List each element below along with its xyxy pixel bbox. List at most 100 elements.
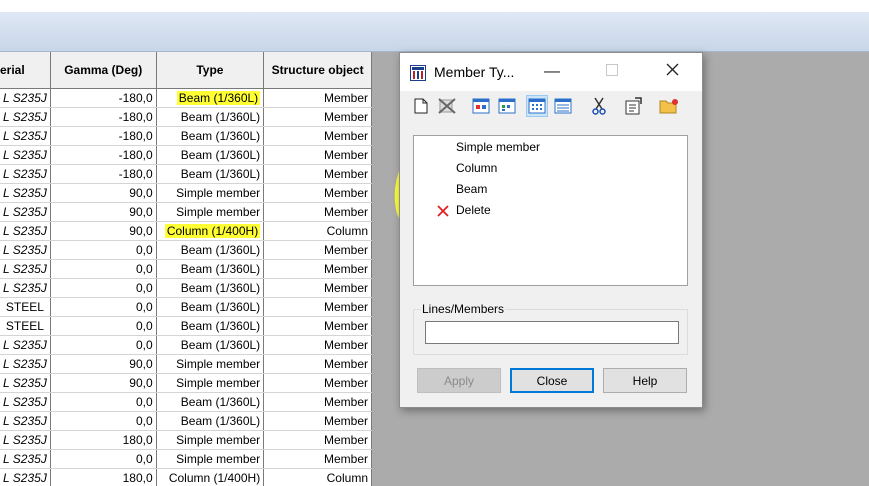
table-row[interactable]: STEEL 0,0 Beam (1/360L) Member (0, 316, 372, 336)
cell-structure-object[interactable]: Member (263, 240, 372, 260)
table-row[interactable]: L S235J 0,0 Beam (1/360L) Member (0, 240, 372, 260)
cell-structure-object[interactable]: Member (263, 430, 372, 450)
cell-gamma[interactable]: 0,0 (50, 278, 157, 298)
cell-gamma[interactable]: 0,0 (50, 449, 157, 469)
view-large-icon[interactable] (470, 95, 492, 117)
minimize-icon[interactable]: — (542, 63, 562, 81)
cell-gamma[interactable]: 90,0 (50, 373, 157, 393)
cell-structure-object[interactable]: Member (263, 278, 372, 298)
table-row[interactable]: L S235J 180,0 Column (1/400H) Column (0, 468, 372, 486)
list-item-beam[interactable]: Beam (456, 182, 487, 196)
list-item-column[interactable]: Column (456, 161, 497, 175)
cell-type[interactable]: Beam (1/360L) (156, 240, 265, 260)
cell-structure-object[interactable]: Column (263, 221, 372, 241)
cell-material[interactable]: L S235J (0, 259, 51, 279)
close-icon[interactable] (662, 63, 682, 81)
cell-gamma[interactable]: 90,0 (50, 183, 157, 203)
table-row[interactable]: L S235J -180,0 Beam (1/360L) Member (0, 88, 372, 108)
cell-gamma[interactable]: 0,0 (50, 259, 157, 279)
cell-material[interactable]: L S235J (0, 278, 51, 298)
cell-structure-object[interactable]: Member (263, 126, 372, 146)
cell-type[interactable]: Beam (1/360L) (156, 411, 265, 431)
view-list-icon[interactable] (526, 95, 548, 117)
column-header-material[interactable]: erial (0, 52, 51, 89)
cell-material[interactable]: L S235J (0, 183, 51, 203)
open-folder-icon[interactable] (658, 95, 680, 117)
table-row[interactable]: L S235J 90,0 Column (1/400H) Column (0, 221, 372, 241)
cell-structure-object[interactable]: Member (263, 145, 372, 165)
column-header-type[interactable]: Type (156, 52, 265, 89)
cell-structure-object[interactable]: Member (263, 202, 372, 222)
cell-gamma[interactable]: 0,0 (50, 335, 157, 355)
table-row[interactable]: L S235J 90,0 Simple member Member (0, 202, 372, 222)
cell-material[interactable]: L S235J (0, 202, 51, 222)
cell-material[interactable]: STEEL (0, 297, 51, 317)
cell-material[interactable]: L S235J (0, 107, 51, 127)
table-row[interactable]: L S235J 0,0 Beam (1/360L) Member (0, 411, 372, 431)
cell-structure-object[interactable]: Member (263, 335, 372, 355)
cell-structure-object[interactable]: Member (263, 392, 372, 412)
dialog-titlebar[interactable]: Member Ty... — (400, 53, 702, 91)
table-row[interactable]: L S235J -180,0 Beam (1/360L) Member (0, 107, 372, 127)
cell-gamma[interactable]: 0,0 (50, 240, 157, 260)
close-button[interactable]: Close (510, 368, 594, 393)
cell-type[interactable]: Simple member (156, 202, 265, 222)
cell-material[interactable]: L S235J (0, 145, 51, 165)
apply-button[interactable]: Apply (417, 368, 501, 393)
cell-gamma[interactable]: 180,0 (50, 430, 157, 450)
cell-structure-object[interactable]: Column (263, 468, 372, 486)
properties-icon[interactable] (622, 95, 644, 117)
table-row[interactable]: L S235J -180,0 Beam (1/360L) Member (0, 164, 372, 184)
cell-type[interactable]: Beam (1/360L) (156, 107, 265, 127)
cell-material[interactable]: L S235J (0, 335, 51, 355)
cell-type[interactable]: Beam (1/360L) (156, 335, 265, 355)
table-row[interactable]: L S235J 90,0 Simple member Member (0, 354, 372, 374)
cell-structure-object[interactable]: Member (263, 88, 372, 108)
cell-material[interactable]: STEEL (0, 316, 51, 336)
cell-gamma[interactable]: -180,0 (50, 164, 157, 184)
cell-type[interactable]: Simple member (156, 183, 265, 203)
table-row[interactable]: L S235J 90,0 Simple member Member (0, 373, 372, 393)
cell-type[interactable]: Beam (1/360L) (156, 259, 265, 279)
maximize-icon[interactable] (602, 63, 622, 81)
cell-structure-object[interactable]: Member (263, 354, 372, 374)
cell-material[interactable]: L S235J (0, 430, 51, 450)
cell-type[interactable]: Beam (1/360L) (156, 164, 265, 184)
table-row[interactable]: STEEL 0,0 Beam (1/360L) Member (0, 297, 372, 317)
scissors-icon[interactable] (588, 95, 610, 117)
cell-material[interactable]: L S235J (0, 164, 51, 184)
cell-type[interactable]: Beam (1/360L) (156, 126, 265, 146)
cell-type[interactable]: Beam (1/360L) (156, 278, 265, 298)
cell-type[interactable]: Beam (1/360L) (156, 145, 265, 165)
cell-type[interactable]: Beam (1/360L) (156, 88, 265, 108)
data-grid[interactable]: erial Gamma (Deg) Type Structure object … (0, 52, 372, 486)
cell-material[interactable]: L S235J (0, 373, 51, 393)
help-button[interactable]: Help (603, 368, 687, 393)
cell-material[interactable]: L S235J (0, 449, 51, 469)
cell-type[interactable]: Column (1/400H) (156, 468, 265, 486)
cell-structure-object[interactable]: Member (263, 183, 372, 203)
table-row[interactable]: L S235J -180,0 Beam (1/360L) Member (0, 126, 372, 146)
cell-gamma[interactable]: 0,0 (50, 316, 157, 336)
cell-type[interactable]: Simple member (156, 430, 265, 450)
member-type-list[interactable]: Simple member Column Beam Delete (413, 135, 688, 286)
new-document-icon[interactable] (410, 95, 432, 117)
cell-structure-object[interactable]: Member (263, 259, 372, 279)
lines-members-input[interactable] (425, 321, 679, 344)
table-row[interactable]: L S235J 0,0 Beam (1/360L) Member (0, 392, 372, 412)
table-row[interactable]: L S235J 90,0 Simple member Member (0, 183, 372, 203)
cell-structure-object[interactable]: Member (263, 373, 372, 393)
cell-gamma[interactable]: 0,0 (50, 411, 157, 431)
cell-structure-object[interactable]: Member (263, 107, 372, 127)
cell-material[interactable]: L S235J (0, 468, 51, 486)
cell-material[interactable]: L S235J (0, 126, 51, 146)
cell-structure-object[interactable]: Member (263, 316, 372, 336)
cell-gamma[interactable]: 0,0 (50, 297, 157, 317)
cell-material[interactable]: L S235J (0, 240, 51, 260)
cell-type[interactable]: Beam (1/360L) (156, 297, 265, 317)
table-row[interactable]: L S235J 180,0 Simple member Member (0, 430, 372, 450)
cell-gamma[interactable]: 90,0 (50, 221, 157, 241)
list-item-delete[interactable]: Delete (456, 203, 491, 217)
table-row[interactable]: L S235J -180,0 Beam (1/360L) Member (0, 145, 372, 165)
cell-material[interactable]: L S235J (0, 88, 51, 108)
